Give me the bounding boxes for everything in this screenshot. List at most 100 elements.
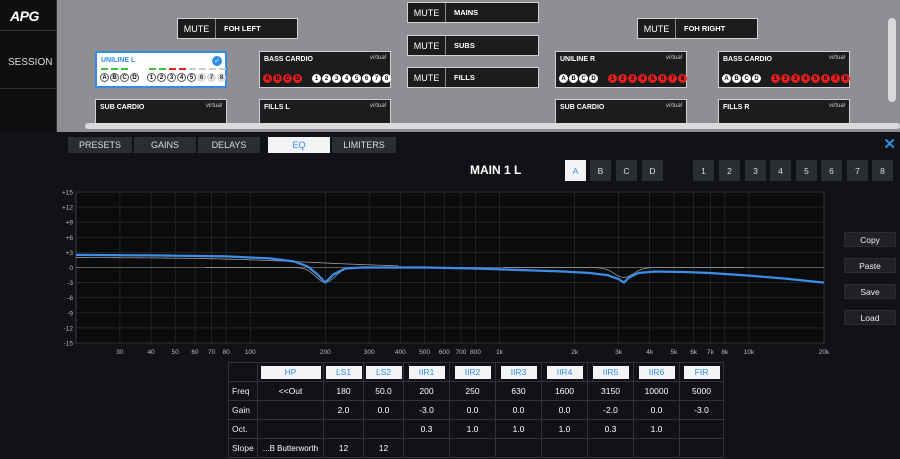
table-cell[interactable] [633,438,680,458]
table-cell[interactable]: 10000 [633,381,680,401]
channel-bass-cardio-r[interactable]: BASS CARDIO virtual ABCD 12345678 [718,51,850,88]
out-1[interactable]: 1 [771,74,780,83]
header-cell[interactable]: IIR4 [541,362,588,382]
preset-a[interactable]: A [565,160,586,181]
out-5[interactable]: 5 [648,74,657,83]
out-7[interactable]: 7 [668,74,677,83]
out-5[interactable]: 5 [811,74,820,83]
channel-sub-cardio-l[interactable]: SUB CARDIO virtual [95,99,227,125]
table-cell[interactable]: 200 [403,381,450,401]
out-5[interactable]: 5 [352,74,361,83]
out-4[interactable]: 4 [801,74,810,83]
channel-fills-l[interactable]: FILLS L virtual [259,99,391,125]
table-cell[interactable]: 1600 [541,381,588,401]
out-7[interactable]: 7 [207,73,216,82]
table-cell[interactable]: 12 [363,438,404,458]
header-iir2[interactable]: IIR2 [454,365,491,379]
vertical-scrollbar[interactable] [888,18,896,102]
close-icon[interactable]: ✕ [883,135,896,153]
header-iir3[interactable]: IIR3 [500,365,537,379]
tab-delays[interactable]: DELAYS [198,137,260,153]
table-cell[interactable]: 0.3 [403,419,450,439]
header-ls2[interactable]: LS2 [365,365,402,379]
table-cell[interactable]: 0.0 [495,400,542,420]
out-3[interactable]: 3 [628,74,637,83]
mute-foh-left[interactable]: MUTE FOH LEFT [177,18,298,39]
input-d[interactable]: D [752,74,761,83]
out-1[interactable]: 1 [147,73,156,82]
input-c[interactable]: C [579,74,588,83]
save-button[interactable]: Save [844,284,896,299]
out-1[interactable]: 1 [608,74,617,83]
channel-fills-r[interactable]: FILLS R virtual [718,99,850,125]
header-iir6[interactable]: IIR6 [638,365,675,379]
session-button[interactable]: SESSION [8,57,52,68]
tab-eq[interactable]: EQ [268,137,330,153]
table-cell[interactable]: 0.0 [633,400,680,420]
header-iir5[interactable]: IIR5 [592,365,629,379]
out-4[interactable]: 4 [177,73,186,82]
header-cell[interactable]: HP [257,362,324,382]
input-a[interactable]: A [263,74,272,83]
preset-d[interactable]: D [642,160,663,181]
table-cell[interactable] [323,419,364,439]
out-8[interactable]: 8 [217,73,226,82]
header-hp[interactable]: HP [260,365,321,379]
output-3[interactable]: 3 [745,160,766,181]
header-cell[interactable]: LS1 [323,362,364,382]
table-cell[interactable]: -3.0 [403,400,450,420]
header-cell[interactable]: IIR3 [495,362,542,382]
header-cell[interactable]: IIR6 [633,362,680,382]
table-cell[interactable] [679,438,724,458]
out-2[interactable]: 2 [618,74,627,83]
mute-foh-right[interactable]: MUTE FOH RIGHT [637,18,758,39]
channel-uniline-r[interactable]: UNILINE R virtual ABCD 12345678 [555,51,687,88]
input-b[interactable]: B [110,73,119,82]
preset-c[interactable]: C [616,160,637,181]
out-6[interactable]: 6 [197,73,206,82]
out-6[interactable]: 6 [658,74,667,83]
table-cell[interactable]: 180 [323,381,364,401]
input-a[interactable]: A [559,74,568,83]
output-6[interactable]: 6 [821,160,842,181]
input-b[interactable]: B [732,74,741,83]
input-a[interactable]: A [722,74,731,83]
out-6[interactable]: 6 [821,74,830,83]
input-c[interactable]: C [742,74,751,83]
out-2[interactable]: 2 [322,74,331,83]
tab-presets[interactable]: PRESETS [68,137,132,153]
eq-response-graph[interactable]: 30 40 50 60 70 80 100 200 300 400 500 600 700 800 1k 2k… [58,188,830,358]
out-4[interactable]: 4 [342,74,351,83]
header-cell[interactable]: IIR1 [403,362,450,382]
table-cell[interactable]: 0.0 [541,400,588,420]
out-1[interactable]: 1 [312,74,321,83]
header-ls1[interactable]: LS1 [325,365,362,379]
output-8[interactable]: 8 [872,160,893,181]
out-4[interactable]: 4 [638,74,647,83]
table-cell[interactable] [257,400,324,420]
out-8[interactable]: 8 [678,74,687,83]
table-cell[interactable]: 250 [449,381,496,401]
output-4[interactable]: 4 [770,160,791,181]
header-cell[interactable]: LS2 [363,362,404,382]
mute-fills[interactable]: MUTE FILLS [407,67,539,88]
header-cell[interactable]: IIR2 [449,362,496,382]
channel-bass-cardio-l[interactable]: BASS CARDIO virtual ABCD 12345678 [259,51,391,88]
out-7[interactable]: 7 [831,74,840,83]
table-cell[interactable]: 630 [495,381,542,401]
output-2[interactable]: 2 [719,160,740,181]
table-cell[interactable] [587,438,634,458]
table-cell[interactable]: -3.0 [679,400,724,420]
input-a[interactable]: A [100,73,109,82]
table-cell[interactable]: 3150 [587,381,634,401]
input-b[interactable]: B [273,74,282,83]
table-cell[interactable] [679,419,724,439]
header-iir4[interactable]: IIR4 [546,365,583,379]
header-fir[interactable]: FIR [683,365,720,379]
out-3[interactable]: 3 [167,73,176,82]
table-cell[interactable] [449,438,496,458]
channel-uniline-l[interactable]: UNILINE L ✓ ABCD 12345678 [95,51,227,88]
output-7[interactable]: 7 [847,160,868,181]
tab-limiters[interactable]: LIMITERS [332,137,396,153]
table-cell[interactable]: ...B Butterworth [257,438,324,458]
